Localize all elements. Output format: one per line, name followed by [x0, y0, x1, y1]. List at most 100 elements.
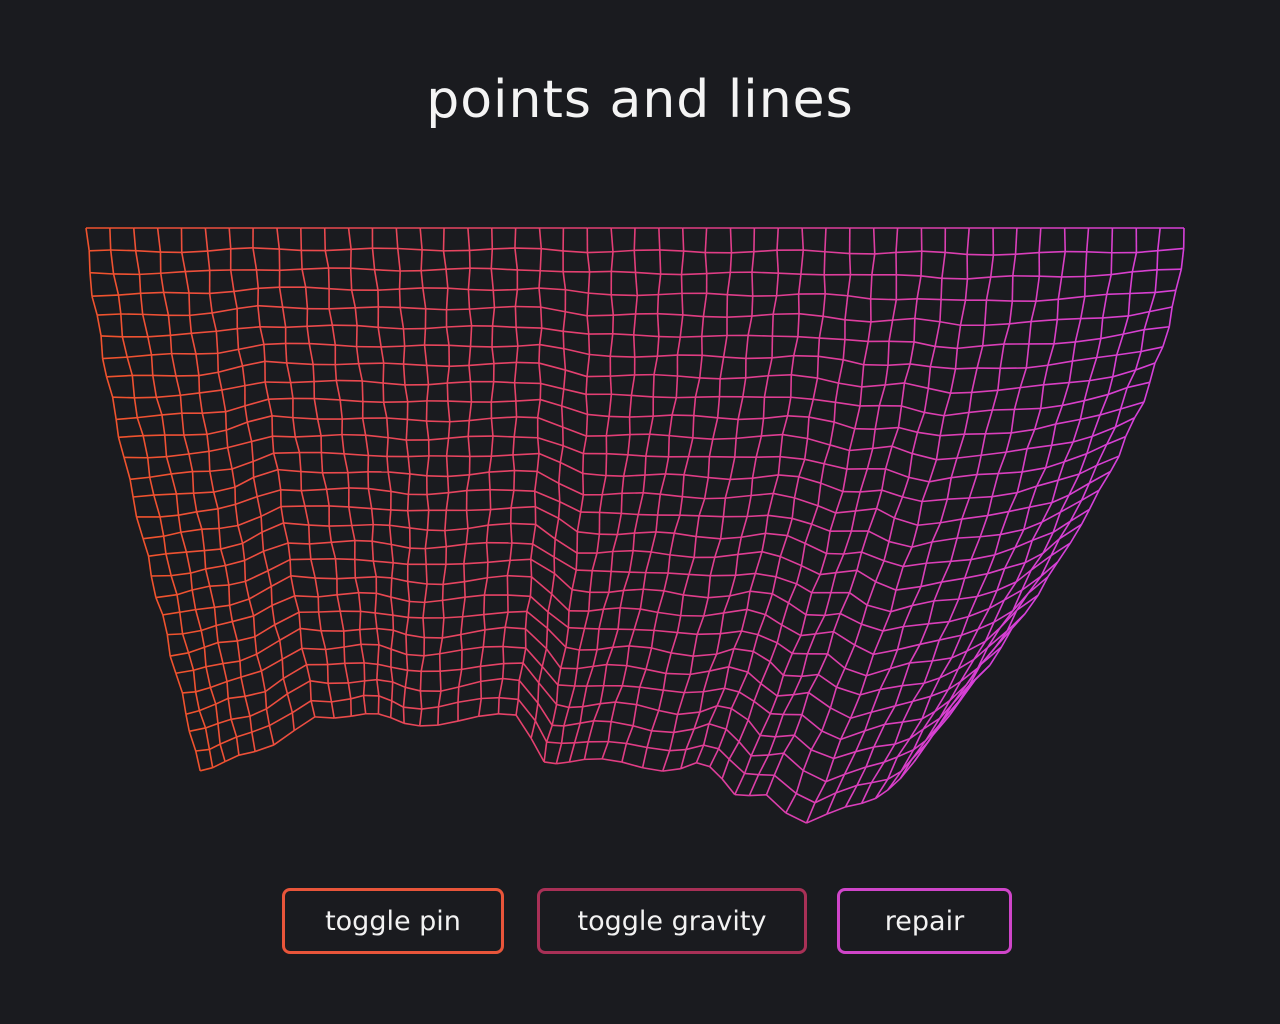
cloth-link — [314, 716, 335, 719]
cloth-link — [1143, 311, 1151, 330]
cloth-link — [712, 417, 719, 440]
cloth-link — [110, 249, 136, 252]
cloth-link — [800, 614, 807, 636]
cloth-link — [420, 270, 424, 288]
cloth-link — [679, 594, 685, 616]
cloth-link — [244, 398, 269, 407]
cloth-link — [782, 653, 794, 676]
cloth-link — [368, 454, 388, 458]
cloth-link — [236, 640, 241, 662]
toggle-gravity-button[interactable]: toggle gravity — [537, 888, 807, 954]
toggle-pin-button[interactable]: toggle pin — [282, 888, 504, 954]
cloth-link — [769, 642, 778, 662]
cloth-canvas[interactable] — [0, 0, 1280, 1024]
cloth-link — [135, 516, 144, 539]
cloth-link — [445, 269, 449, 289]
cloth-link — [901, 477, 910, 498]
cloth-link — [951, 473, 978, 479]
cloth-link — [445, 267, 471, 271]
cloth-link — [91, 295, 98, 316]
cloth-link — [447, 421, 451, 439]
cloth-link — [767, 736, 777, 756]
cloth-link — [791, 635, 802, 654]
cloth-link — [101, 358, 108, 377]
cloth-link — [540, 398, 562, 407]
cloth-link — [447, 380, 471, 384]
cloth-link — [889, 649, 899, 669]
cloth-link — [762, 397, 766, 419]
cloth-link — [517, 680, 521, 700]
cloth-link — [825, 293, 848, 297]
cloth-link — [601, 475, 607, 495]
cloth-link — [189, 573, 193, 591]
cloth-link — [231, 715, 251, 721]
cloth-link — [206, 250, 211, 271]
cloth-link — [1083, 380, 1091, 401]
cloth-link — [156, 227, 162, 253]
cloth-link — [729, 456, 736, 480]
cloth-link — [956, 454, 982, 459]
repair-button[interactable]: repair — [837, 888, 1012, 954]
cloth-link — [865, 654, 875, 677]
cloth-link — [178, 511, 197, 516]
cloth-link — [343, 453, 349, 473]
cloth-link — [302, 267, 329, 270]
cloth-link — [1072, 419, 1082, 443]
cloth-link — [458, 680, 481, 688]
cloth-link — [512, 454, 516, 471]
cloth-link — [155, 397, 163, 416]
cloth-link — [406, 581, 411, 602]
cloth-link — [344, 453, 369, 457]
cloth-link — [883, 560, 904, 568]
cloth-link — [929, 476, 952, 483]
cloth-link — [1039, 275, 1062, 278]
cloth-link — [1155, 289, 1176, 294]
cloth-link — [179, 608, 196, 614]
cloth-link — [818, 355, 844, 361]
cloth-link — [391, 700, 404, 708]
cloth-link — [205, 564, 226, 570]
cloth-link — [375, 612, 393, 616]
cloth-link — [554, 518, 560, 540]
cloth-link — [903, 363, 911, 384]
cloth-link — [794, 497, 819, 507]
cloth-link — [829, 686, 838, 709]
cloth-link — [740, 609, 748, 632]
cloth-link — [895, 250, 922, 254]
cloth-link — [934, 598, 959, 602]
cloth-link — [347, 506, 353, 526]
cloth-link — [318, 610, 341, 613]
cloth-link — [208, 585, 216, 608]
cloth-link — [676, 337, 682, 356]
cloth-link — [260, 505, 282, 518]
cloth-link — [587, 314, 614, 317]
cloth-link — [805, 613, 825, 617]
cloth-link — [871, 429, 876, 449]
cloth-link — [866, 581, 877, 606]
cloth-link — [533, 471, 538, 492]
cloth-link — [829, 444, 850, 452]
cloth-link — [209, 468, 233, 473]
cloth-link — [596, 646, 613, 651]
cloth-link — [465, 528, 469, 545]
cloth-link — [441, 584, 444, 601]
cloth-link — [976, 455, 982, 475]
cloth-link — [786, 534, 806, 545]
cloth-link — [313, 398, 319, 420]
cloth-link — [1053, 319, 1059, 344]
cloth-link — [538, 287, 566, 291]
cloth-link — [538, 362, 542, 384]
cloth-link — [529, 576, 533, 597]
cloth-link — [804, 523, 813, 544]
cloth-link — [848, 570, 858, 593]
cloth-link — [490, 248, 494, 269]
cloth-link — [869, 274, 873, 299]
cloth-link — [1127, 293, 1131, 317]
cloth-link — [1157, 247, 1184, 252]
cloth-link — [639, 589, 645, 610]
cloth-link — [797, 313, 800, 337]
cloth-link — [489, 489, 492, 510]
cloth-link — [928, 387, 951, 394]
cloth-link — [198, 392, 204, 414]
cloth-link — [378, 306, 401, 309]
